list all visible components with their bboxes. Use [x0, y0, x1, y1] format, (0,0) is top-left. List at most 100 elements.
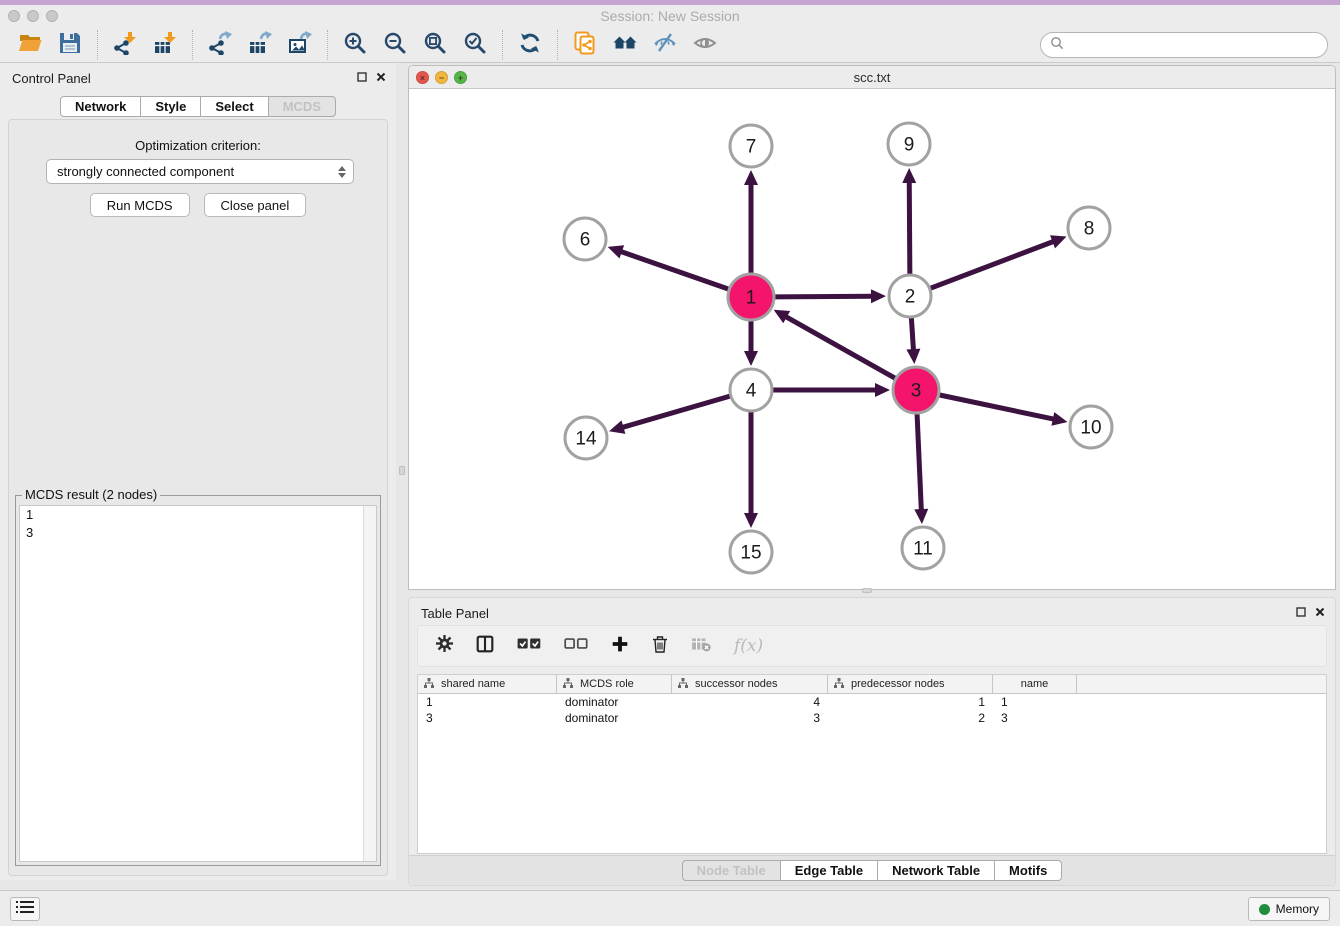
- network-splitter-grip[interactable]: [862, 588, 872, 593]
- toolbar-separator: [327, 30, 328, 60]
- table-toolbar: f(x): [417, 625, 1327, 667]
- table-cell[interactable]: 4: [672, 694, 828, 710]
- graph-node-label: 6: [580, 230, 591, 251]
- zoom-selected-icon: [463, 31, 487, 60]
- graph-edge-2-3[interactable]: [911, 317, 913, 351]
- run-mcds-button[interactable]: Run MCDS: [90, 193, 190, 217]
- graph-edge-1-6[interactable]: [620, 251, 729, 289]
- network-window-titlebar[interactable]: × − + scc.txt: [409, 66, 1335, 89]
- column-settings-button[interactable]: [436, 634, 453, 658]
- float-panel-icon[interactable]: [357, 72, 367, 82]
- zoom-selected-button[interactable]: [460, 31, 490, 59]
- delete-table-icon: [691, 636, 711, 657]
- node-table[interactable]: shared name MCDS role successor nodesprede…: [417, 674, 1327, 854]
- add-row-button[interactable]: [611, 634, 629, 658]
- graph-edge-arrowhead: [744, 170, 758, 185]
- network-canvas[interactable]: 7968124314101511: [409, 89, 1335, 589]
- gear-icon: [436, 635, 453, 657]
- graph-edge-3-11[interactable]: [917, 413, 921, 511]
- table-row[interactable]: 3dominator323: [418, 710, 1326, 726]
- table-cell[interactable]: dominator: [557, 694, 672, 710]
- column-header-name[interactable]: name: [993, 675, 1077, 693]
- deselect-all-button[interactable]: [564, 634, 588, 658]
- table-cell[interactable]: 1: [993, 694, 1077, 710]
- status-bar: Memory: [0, 890, 1340, 926]
- open-session-button[interactable]: [15, 31, 45, 59]
- tab-motifs[interactable]: Motifs: [995, 860, 1062, 881]
- select-all-button[interactable]: [517, 634, 541, 658]
- graph-node-label: 8: [1084, 219, 1095, 240]
- column-header-successor-nodes[interactable]: successor nodes: [672, 675, 828, 693]
- criterion-dropdown[interactable]: strongly connected component: [46, 159, 354, 184]
- close-panel-button[interactable]: Close panel: [204, 193, 307, 217]
- graph-edge-arrowhead: [609, 420, 625, 433]
- export-image-icon: [288, 31, 312, 60]
- tab-mcds[interactable]: MCDS: [269, 96, 336, 117]
- clone-network-button[interactable]: [570, 31, 600, 59]
- hide-details-button[interactable]: [650, 31, 680, 59]
- search-icon: [1050, 36, 1064, 55]
- import-table-button[interactable]: [150, 31, 180, 59]
- result-line: 1: [20, 506, 376, 524]
- zoom-fit-icon: [423, 31, 447, 60]
- result-scrollbar[interactable]: [363, 506, 376, 861]
- graph-edge-arrowhead: [906, 349, 920, 364]
- graph-edge-1-2[interactable]: [774, 296, 873, 297]
- graph-edge-4-14[interactable]: [622, 396, 731, 428]
- column-label: MCDS role: [580, 678, 634, 690]
- zoom-out-button[interactable]: [380, 31, 410, 59]
- table-cell[interactable]: 3: [672, 710, 828, 726]
- graph-edge-3-1[interactable]: [785, 316, 896, 379]
- float-panel-icon[interactable]: [1296, 607, 1306, 617]
- table-cell[interactable]: 3: [418, 710, 557, 726]
- zoom-fit-button[interactable]: [420, 31, 450, 59]
- table-tabs: Node TableEdge TableNetwork TableMotifs: [409, 860, 1335, 881]
- show-details-button[interactable]: [690, 31, 720, 59]
- mcds-result-group: MCDS result (2 nodes) 13: [15, 495, 381, 866]
- save-session-button[interactable]: [55, 31, 85, 59]
- tab-network-table[interactable]: Network Table: [878, 860, 995, 881]
- table-cell[interactable]: 1: [418, 694, 557, 710]
- delete-row-button[interactable]: [652, 634, 668, 658]
- workspace: Control Panel NetworkStyleSelectMCDS Opt…: [0, 63, 1340, 890]
- column-header-shared-name[interactable]: shared name: [418, 675, 557, 693]
- table-cell[interactable]: dominator: [557, 710, 672, 726]
- memory-button[interactable]: Memory: [1248, 897, 1330, 921]
- splitter-grip[interactable]: [399, 466, 405, 475]
- trash-icon: [652, 635, 668, 658]
- zoom-in-button[interactable]: [340, 31, 370, 59]
- search-input[interactable]: [1064, 38, 1327, 52]
- export-table-button[interactable]: [245, 31, 275, 59]
- panel-splitter[interactable]: [396, 63, 408, 890]
- graph-edge-arrowhead: [744, 351, 758, 366]
- export-network-button[interactable]: [205, 31, 235, 59]
- search-field[interactable]: [1040, 32, 1328, 58]
- table-cell[interactable]: 1: [828, 694, 993, 710]
- import-network-button[interactable]: [110, 31, 140, 59]
- columns-icon: [476, 635, 494, 658]
- import-table-icon: [153, 31, 177, 60]
- graph-edge-2-9[interactable]: [909, 181, 910, 275]
- function-icon: f(x): [734, 636, 763, 656]
- apply-layout-button[interactable]: [515, 31, 545, 59]
- column-header-MCDS-role[interactable]: MCDS role: [557, 675, 672, 693]
- column-header-predecessor-nodes[interactable]: predecessor nodes: [828, 675, 993, 693]
- close-panel-icon[interactable]: [1315, 607, 1325, 617]
- graph-edge-2-8[interactable]: [930, 241, 1055, 288]
- mcds-result-list[interactable]: 13: [19, 505, 377, 862]
- table-cell[interactable]: 2: [828, 710, 993, 726]
- table-cell[interactable]: 3: [993, 710, 1077, 726]
- homes-icon: [613, 31, 637, 60]
- tab-node-table[interactable]: Node Table: [682, 860, 781, 881]
- table-row[interactable]: 1dominator411: [418, 694, 1326, 710]
- close-panel-icon[interactable]: [376, 72, 386, 82]
- graph-edge-3-10[interactable]: [939, 395, 1055, 420]
- show-columns-button[interactable]: [476, 634, 494, 658]
- tab-network[interactable]: Network: [60, 96, 141, 117]
- task-history-button[interactable]: [10, 897, 40, 921]
- export-image-button[interactable]: [285, 31, 315, 59]
- show-all-button[interactable]: [610, 31, 640, 59]
- tab-edge-table[interactable]: Edge Table: [781, 860, 878, 881]
- tab-style[interactable]: Style: [141, 96, 201, 117]
- tab-select[interactable]: Select: [201, 96, 268, 117]
